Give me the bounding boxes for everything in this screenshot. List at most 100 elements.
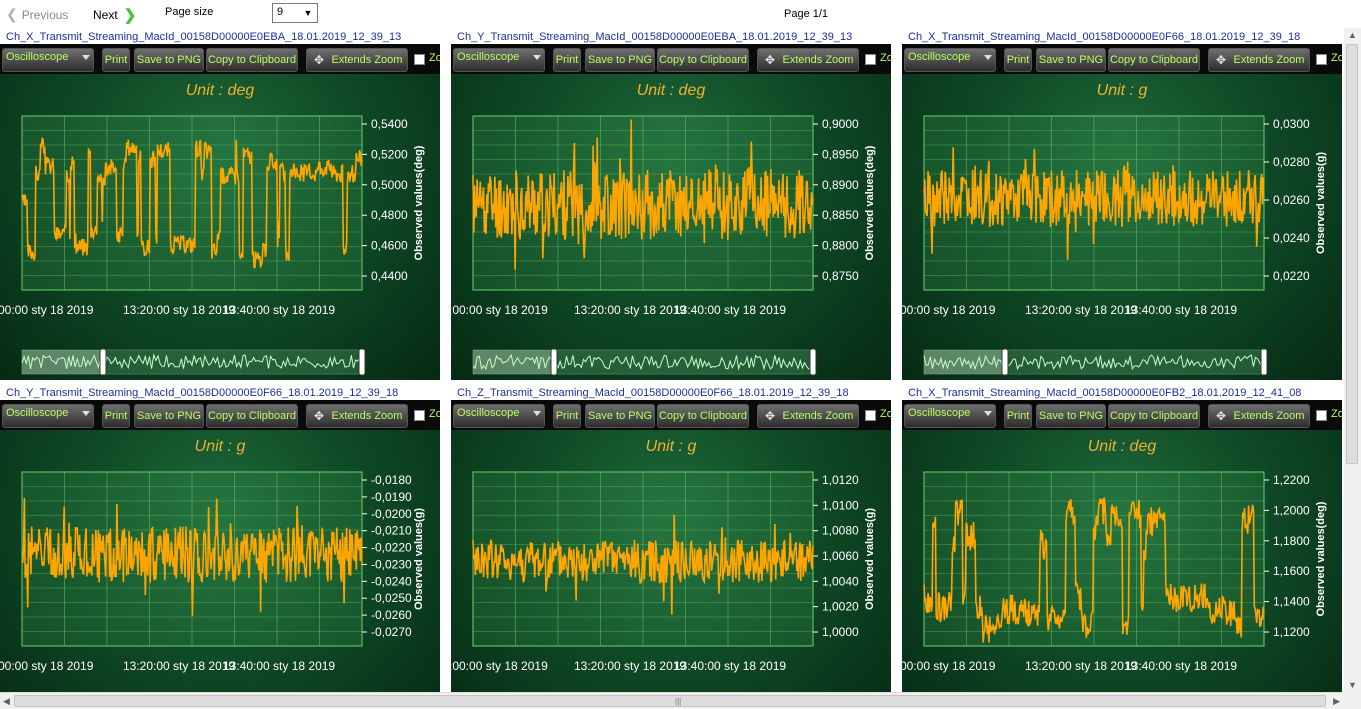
y-tick-label: 1,0040: [822, 574, 859, 588]
chart-svg[interactable]: 1,0120 1,0100 1,0080 1,0060 1,0040 1,0020 1,00…: [451, 400, 891, 709]
x-tick-label: 13:20:00 sty 18 2019: [123, 303, 235, 317]
y-axis-title: Observed values(deg): [413, 145, 425, 260]
horizontal-scrollbar[interactable]: ◀ ||| ▶: [0, 692, 1344, 709]
pagination-toolbar: ❮ Previous Next ❯ Page size 9 ▼ Page 1/1: [0, 0, 1361, 28]
y-tick-label: 0,4600: [371, 239, 408, 253]
x-tick-label: 13:40:00 sty 18 2019: [223, 303, 335, 317]
y-tick-label: -0,0250: [371, 591, 412, 605]
vertical-scroll-thumb[interactable]: [1346, 44, 1358, 464]
y-tick-label: -0,0180: [371, 473, 412, 487]
navigator-handle-left[interactable]: [99, 348, 107, 376]
next-button[interactable]: Next ❯: [93, 6, 136, 24]
y-tick-label: 0,8850: [822, 208, 859, 222]
chart-svg[interactable]: 0,9000 0,8950 0,8900 0,8850 0,8800 0,8750 Obse…: [451, 44, 891, 380]
x-tick-label: 00:00 sty 18 2019: [0, 303, 94, 317]
x-tick-label: 13:40:00 sty 18 2019: [223, 659, 335, 673]
x-tick-label: 00:00 sty 18 2019: [902, 303, 996, 317]
y-tick-label: 1,1800: [1273, 534, 1310, 548]
y-tick-label: 1,2200: [1273, 473, 1310, 487]
next-label: Next: [93, 8, 118, 22]
x-tick-label: 13:40:00 sty 18 2019: [674, 659, 786, 673]
y-tick-label: 1,0080: [822, 524, 859, 538]
x-tick-label: :00:00 sty 18 2019: [451, 303, 548, 317]
y-tick-label: 0,4400: [371, 269, 408, 283]
y-tick-label: 0,8800: [822, 239, 859, 253]
y-tick-label: -0,0270: [371, 625, 412, 639]
horizontal-scroll-thumb[interactable]: |||: [14, 695, 1326, 707]
grip-icon: |||: [675, 697, 682, 706]
y-tick-label: 0,8950: [822, 147, 859, 161]
navigator-handle-left[interactable]: [550, 348, 558, 376]
y-tick-label: 1,1600: [1273, 564, 1310, 578]
navigator-handle-left[interactable]: [1001, 348, 1009, 376]
navigator-handle-right[interactable]: [1260, 348, 1268, 376]
previous-button[interactable]: ❮ Previous: [6, 6, 68, 23]
x-tick-label: 13:20:00 sty 18 2019: [1025, 303, 1137, 317]
chart-panel: Ch_X_Transmit_Streaming_MacId_00158D0000…: [902, 30, 1342, 380]
scrollbar-corner: [1344, 692, 1361, 709]
chart-area: Oscilloscope Print Save to PNG Copy to C…: [902, 44, 1342, 380]
chart-panel: Ch_Y_Transmit_Streaming_MacId_00158D0000…: [451, 30, 891, 380]
y-tick-label: 1,0000: [822, 625, 859, 639]
y-tick-label: 0,0220: [1273, 269, 1310, 283]
y-tick-label: -0,0190: [371, 490, 412, 504]
x-tick-label: 13:20:00 sty 18 2019: [123, 659, 235, 673]
chart-title: Ch_X_Transmit_Streaming_MacId_00158D0000…: [6, 31, 402, 43]
chart-svg[interactable]: -0,0180 -0,0190 -0,0200 -0,0210 -0,0220 -0,02…: [0, 400, 440, 709]
y-tick-label: 0,0240: [1273, 231, 1310, 245]
page-size-select[interactable]: 9 ▼: [272, 3, 318, 23]
x-tick-label: 13:40:00 sty 18 2019: [1125, 659, 1237, 673]
chart-panel: Ch_Y_Transmit_Streaming_MacId_00158D0000…: [0, 386, 440, 709]
chart-svg[interactable]: 1,2200 1,2000 1,1800 1,1600 1,1400 1,1200 Obse…: [902, 400, 1342, 709]
x-tick-label: 00:00 sty 18 2019: [902, 659, 996, 673]
y-tick-label: 0,5200: [371, 147, 408, 161]
vertical-scrollbar[interactable]: ▲ ▼: [1344, 28, 1361, 692]
y-tick-label: -0,0230: [371, 557, 412, 571]
chart-area: Oscilloscope Print Save to PNG Copy to C…: [0, 44, 440, 380]
scroll-down-icon[interactable]: ▼: [1348, 680, 1357, 690]
chart-area: Oscilloscope Print Save to PNG Copy to C…: [451, 44, 891, 380]
page-indicator: Page 1/1: [784, 8, 829, 20]
x-tick-label: 13:40:00 sty 18 2019: [674, 303, 786, 317]
y-tick-label: 1,1400: [1273, 595, 1310, 609]
y-tick-label: 0,0300: [1273, 117, 1310, 131]
y-tick-label: 0,8750: [822, 269, 859, 283]
y-tick-label: -0,0260: [371, 608, 412, 622]
chart-title: Ch_Y_Transmit_Streaming_MacId_00158D0000…: [6, 387, 399, 399]
y-tick-label: 0,8900: [822, 178, 859, 192]
x-tick-label: 13:20:00 sty 18 2019: [574, 659, 686, 673]
y-tick-label: 0,0260: [1273, 193, 1310, 207]
scroll-right-icon[interactable]: ▶: [1333, 696, 1340, 707]
chart-area: Oscilloscope Print Save to PNG Copy to C…: [0, 400, 440, 709]
chart-panel: Ch_Z_Transmit_Streaming_MacId_00158D0000…: [451, 386, 891, 709]
chevron-left-icon: ❮: [6, 6, 18, 22]
y-axis-title: Observed values(deg): [1315, 501, 1327, 616]
previous-label: Previous: [21, 7, 69, 22]
chart-title: Ch_Z_Transmit_Streaming_MacId_00158D0000…: [457, 387, 849, 399]
navigator-handle-right[interactable]: [358, 348, 366, 376]
navigator-handle-right[interactable]: [809, 348, 817, 376]
chart-svg[interactable]: 0,0300 0,0280 0,0260 0,0240 0,0220 Observed v…: [902, 44, 1342, 380]
chart-area: Oscilloscope Print Save to PNG Copy to C…: [451, 400, 891, 709]
x-tick-label: 13:40:00 sty 18 2019: [1125, 303, 1237, 317]
x-tick-label: 00:00 sty 18 2019: [0, 659, 94, 673]
page-size-label: Page size: [165, 6, 214, 18]
page-size-value: 9: [277, 6, 284, 18]
y-tick-label: 1,0100: [822, 498, 859, 512]
y-axis-title: Observed values(g): [864, 508, 876, 610]
chart-svg[interactable]: 0,5400 0,5200 0,5000 0,4800 0,4600 0,4400 Obse…: [0, 44, 440, 380]
chevron-right-icon: ❯: [123, 7, 137, 24]
x-tick-label: 13:20:00 sty 18 2019: [1025, 659, 1137, 673]
y-tick-label: 0,4800: [371, 208, 408, 222]
y-tick-label: -0,0240: [371, 574, 412, 588]
scroll-up-icon[interactable]: ▲: [1348, 30, 1357, 40]
y-tick-label: -0,0220: [371, 541, 412, 555]
chart-title: Ch_X_Transmit_Streaming_MacId_00158D0000…: [908, 31, 1301, 43]
y-tick-label: 0,9000: [822, 117, 859, 131]
y-tick-label: -0,0210: [371, 524, 412, 538]
chart-title: Ch_Y_Transmit_Streaming_MacId_00158D0000…: [457, 31, 853, 43]
chart-panel: Ch_X_Transmit_Streaming_MacId_00158D0000…: [902, 386, 1342, 709]
scroll-left-icon[interactable]: ◀: [3, 696, 10, 707]
y-tick-label: 1,1200: [1273, 625, 1310, 639]
chevron-down-icon: ▼: [303, 8, 313, 18]
